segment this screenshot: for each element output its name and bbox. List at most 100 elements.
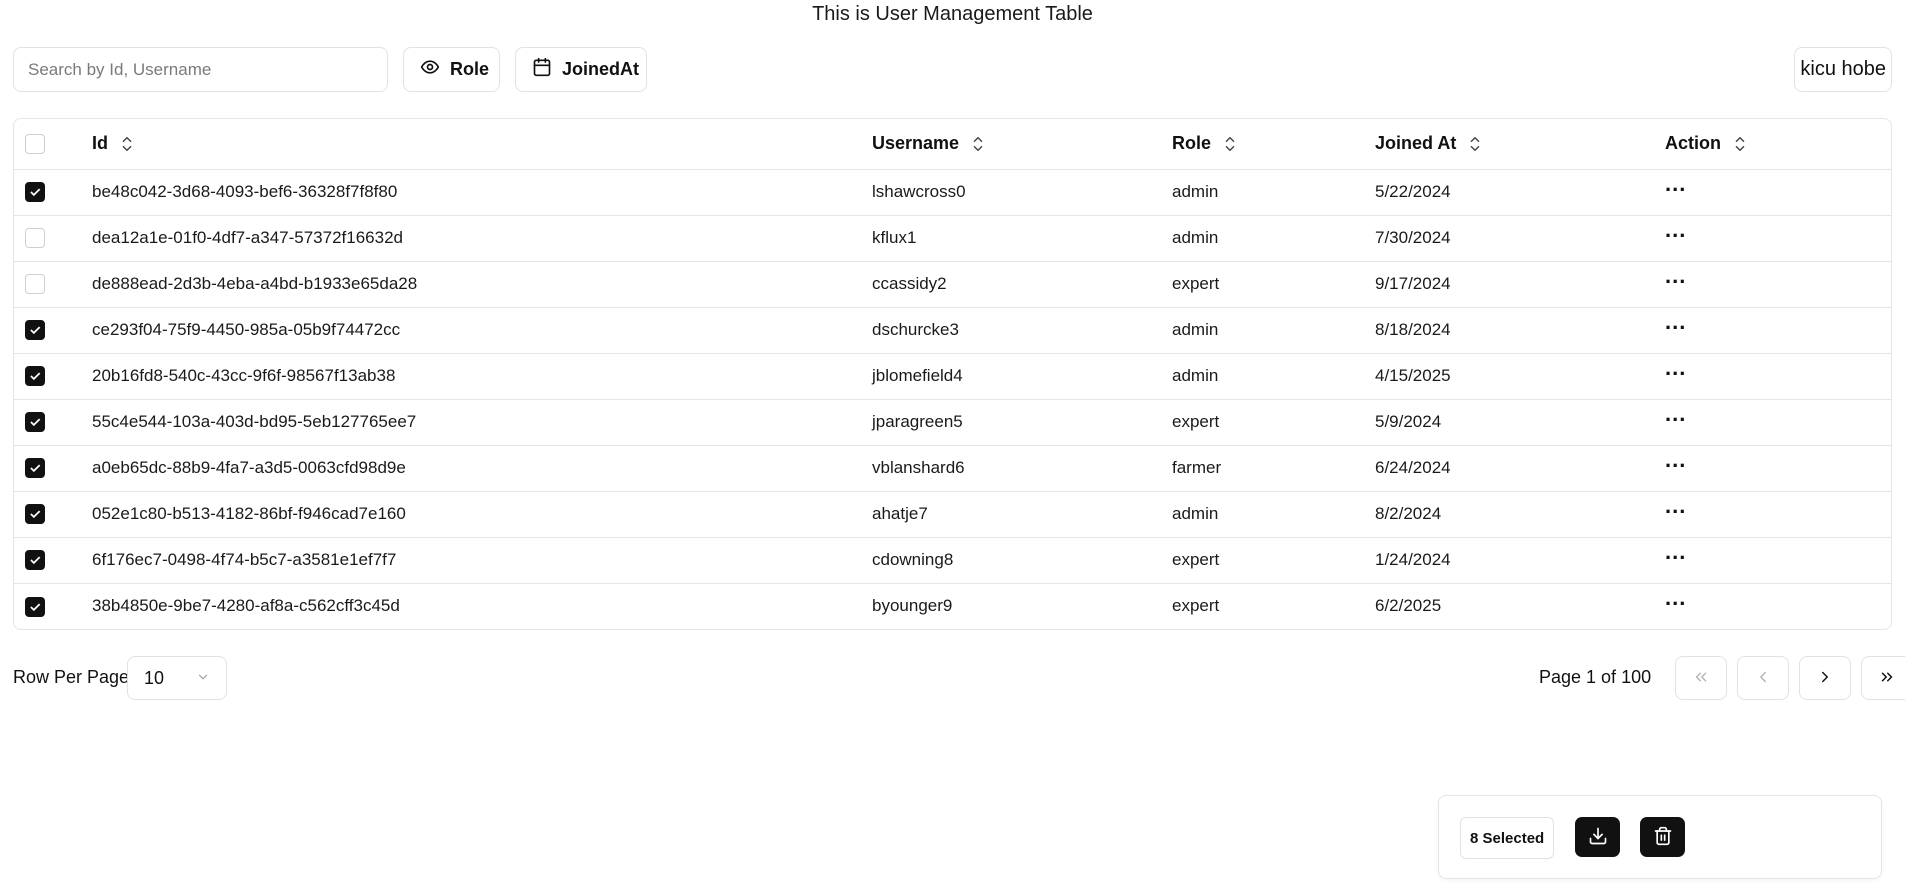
rows-per-page-value: 10 [144, 667, 165, 688]
cell-id: a0eb65dc-88b9-4fa7-a3d5-0063cfd98d9e [92, 458, 406, 477]
table-row: dea12a1e-01f0-4df7-a347-57372f16632d kfl… [14, 215, 1891, 261]
first-page-button[interactable] [1675, 656, 1727, 700]
cell-role: expert [1172, 550, 1220, 569]
cell-role: farmer [1172, 458, 1222, 477]
select-all-checkbox[interactable] [25, 134, 45, 155]
selection-action-bar: 8 Selected [1438, 795, 1882, 879]
row-checkbox[interactable] [25, 228, 45, 249]
toolbar: Role JoinedAt kicu hobe [13, 47, 1892, 93]
sort-icon [1471, 136, 1480, 151]
cell-role: admin [1172, 228, 1219, 247]
cell-role: admin [1172, 320, 1219, 339]
row-actions-button[interactable]: ... [1665, 495, 1686, 517]
cell-role: expert [1172, 274, 1220, 293]
cell-role: expert [1172, 596, 1220, 616]
table-header-row: Id Username Role Joined At Action [14, 119, 1891, 169]
pagination-bar: Row Per Page 10 Page 1 of 100 [13, 656, 1905, 700]
next-page-button[interactable] [1799, 656, 1851, 700]
table-row: 38b4850e-9be7-4280-af8a-c562cff3c45d byo… [14, 583, 1891, 629]
cell-id: ce293f04-75f9-4450-985a-05b9f74472cc [92, 320, 401, 339]
download-icon [1588, 826, 1608, 849]
cell-id: 20b16fd8-540c-43cc-9f6f-98567f13ab38 [92, 366, 396, 385]
cell-role: expert [1172, 412, 1220, 431]
cell-joined-at: 9/17/2024 [1375, 274, 1451, 293]
previous-page-button[interactable] [1737, 656, 1789, 700]
row-actions-button[interactable]: ... [1665, 311, 1686, 333]
column-header-username[interactable]: Username [872, 133, 985, 154]
trash-icon [1653, 826, 1673, 849]
column-header-label: Action [1665, 133, 1721, 154]
row-actions-button[interactable]: ... [1665, 219, 1686, 241]
cell-id: 6f176ec7-0498-4f74-b5c7-a3581e1ef7f7 [92, 550, 397, 569]
last-page-button[interactable] [1861, 656, 1905, 700]
cell-joined-at: 7/30/2024 [1375, 228, 1451, 247]
sort-icon [1225, 136, 1235, 151]
row-checkbox[interactable] [25, 596, 45, 617]
row-checkbox[interactable] [25, 458, 45, 479]
chevron-left-icon [1754, 668, 1772, 689]
cell-joined-at: 5/22/2024 [1375, 182, 1451, 201]
delete-selected-button[interactable] [1640, 817, 1685, 857]
row-actions-button[interactable]: ... [1665, 449, 1686, 471]
download-selected-button[interactable] [1575, 817, 1620, 857]
cell-username: dschurcke3 [872, 320, 959, 339]
column-header-role[interactable]: Role [1172, 133, 1237, 154]
row-checkbox[interactable] [25, 182, 45, 203]
row-checkbox[interactable] [25, 550, 45, 571]
sort-icon [122, 136, 132, 151]
row-actions-button[interactable]: ... [1665, 403, 1686, 425]
row-actions-button[interactable]: ... [1665, 541, 1686, 563]
column-header-label: Role [1172, 133, 1212, 154]
row-actions-button[interactable]: ... [1665, 265, 1686, 287]
page-info: Page 1 of 100 [1539, 667, 1652, 687]
table-row: 6f176ec7-0498-4f74-b5c7-a3581e1ef7f7 cdo… [14, 537, 1891, 583]
cell-id: 052e1c80-b513-4182-86bf-f946cad7e160 [92, 504, 406, 523]
cell-joined-at: 4/15/2025 [1375, 366, 1451, 385]
cell-role: admin [1172, 504, 1219, 523]
cell-joined-at: 5/9/2024 [1375, 412, 1442, 431]
user-menu-button[interactable]: kicu hobe [1794, 47, 1892, 92]
rows-per-page-select[interactable]: 10 [127, 656, 227, 700]
column-header-action[interactable]: Action [1665, 133, 1747, 154]
row-actions-button[interactable]: ... [1665, 357, 1686, 379]
cell-username: jblomefield4 [872, 366, 963, 385]
column-header-id[interactable]: Id [92, 133, 134, 154]
cell-joined-at: 8/2/2024 [1375, 504, 1442, 523]
cell-username: byounger9 [872, 596, 953, 616]
row-checkbox[interactable] [25, 412, 45, 433]
calendar-icon [532, 57, 552, 82]
cell-role: admin [1172, 366, 1219, 385]
row-checkbox[interactable] [25, 320, 45, 341]
cell-id: dea12a1e-01f0-4df7-a347-57372f16632d [92, 228, 403, 247]
joinedat-filter-button[interactable]: JoinedAt [515, 47, 647, 92]
rows-per-page-label: Row Per Page [13, 667, 130, 687]
cell-username: cdowning8 [872, 550, 954, 569]
cell-id: 38b4850e-9be7-4280-af8a-c562cff3c45d [92, 596, 400, 616]
row-checkbox[interactable] [25, 366, 45, 387]
row-actions-button[interactable]: ... [1665, 173, 1686, 195]
joinedat-filter-label: JoinedAt [562, 59, 640, 79]
column-header-joined-at[interactable]: Joined At [1375, 133, 1482, 154]
cell-username: kflux1 [872, 228, 917, 247]
role-filter-button[interactable]: Role [403, 47, 500, 92]
cell-joined-at: 6/24/2024 [1375, 458, 1451, 477]
role-filter-label: Role [450, 59, 490, 79]
table-row: 052e1c80-b513-4182-86bf-f946cad7e160 aha… [14, 491, 1891, 537]
sort-icon [1735, 136, 1745, 151]
table-row: be48c042-3d68-4093-bef6-36328f7f8f80 lsh… [14, 169, 1891, 215]
row-actions-button[interactable]: ... [1665, 587, 1686, 609]
chevron-down-icon [196, 668, 210, 689]
user-table: Id Username Role Joined At Action be48c0… [13, 118, 1892, 630]
cell-joined-at: 8/18/2024 [1375, 320, 1451, 339]
cell-joined-at: 6/2/2025 [1375, 596, 1442, 616]
table-row: de888ead-2d3b-4eba-a4bd-b1933e65da28 cca… [14, 261, 1891, 307]
row-checkbox[interactable] [25, 274, 45, 295]
search-input[interactable] [13, 47, 388, 92]
cell-id: de888ead-2d3b-4eba-a4bd-b1933e65da28 [92, 274, 418, 293]
column-header-label: Username [872, 133, 960, 154]
cell-username: ahatje7 [872, 504, 928, 523]
chevron-right-icon [1816, 668, 1834, 689]
row-checkbox[interactable] [25, 504, 45, 525]
chevrons-right-icon [1878, 668, 1896, 689]
cell-role: admin [1172, 182, 1219, 201]
